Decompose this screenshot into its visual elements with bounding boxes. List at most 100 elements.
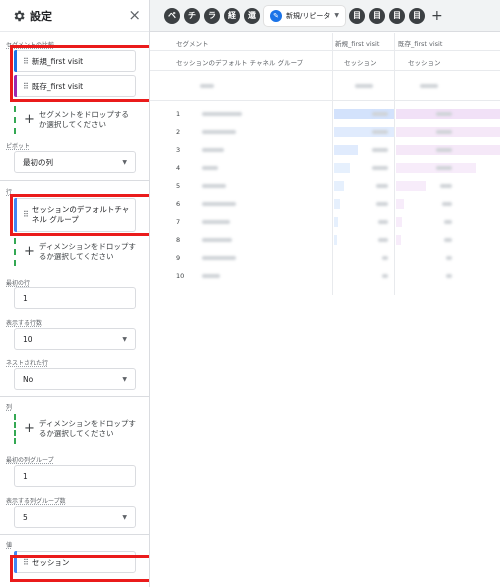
rows-shown-select[interactable]: 10 ▼ — [14, 328, 136, 350]
row-number: 2 — [176, 128, 181, 136]
blurred-text — [382, 256, 388, 260]
tab-icon[interactable]: 還 — [244, 7, 260, 24]
blurred-text — [376, 184, 388, 188]
nested-rows-value: No — [23, 374, 34, 384]
chevron-down-icon[interactable]: ▼ — [334, 12, 339, 19]
add-tab-icon[interactable]: + — [431, 8, 443, 24]
panel-title: 設定 — [30, 9, 52, 23]
first-row-input[interactable]: 1 — [14, 287, 136, 309]
gear-icon — [14, 10, 25, 21]
chevron-down-icon: ▼ — [122, 375, 127, 383]
pencil-icon: ✎ — [270, 9, 282, 22]
blurred-text — [202, 274, 220, 278]
blurred-text — [200, 84, 214, 88]
tab-icon[interactable]: 経 — [224, 7, 240, 24]
heat-bar — [334, 199, 340, 209]
blurred-text — [202, 184, 226, 188]
table-header-segments: セグメント 新規_first visit 既存_first visit — [150, 33, 500, 51]
blurred-text — [202, 148, 224, 152]
chevron-down-icon: ▼ — [122, 335, 127, 343]
blurred-text — [436, 148, 452, 152]
nested-rows-select[interactable]: No ▼ — [14, 368, 136, 390]
table-header-metrics: セッションのデフォルト チャネル グループ セッション セッション — [150, 51, 500, 71]
dimension-drop-text: ディメンションをドロップするか選択してください — [38, 241, 136, 261]
settings-panel: 設定 × セグメントの比較 ⠿ 新規_first visit ⠿ 既存_firs… — [0, 0, 150, 587]
blurred-text — [202, 130, 236, 134]
heat-bar — [396, 199, 404, 209]
row-number: 1 — [176, 110, 181, 118]
column-divider — [332, 33, 333, 295]
tab-icon[interactable]: 目 — [408, 7, 425, 24]
tab-icon[interactable]: チ — [184, 7, 200, 24]
blurred-text — [372, 166, 388, 170]
heat-bar — [396, 235, 401, 245]
tab-icon[interactable]: 目 — [388, 7, 405, 24]
col-groups-shown-select[interactable]: 5 ▼ — [14, 506, 136, 528]
chevron-down-icon: ▼ — [122, 158, 127, 166]
segment-drop-zone[interactable]: + セグメントをドロップするか選択してください — [14, 106, 136, 134]
table-body: 1 2 3 4 5 6 7 8 9 10 — [150, 33, 500, 295]
tab-bar: ペ チ ラ 経 還 ✎ 新規/リピータ ▼ 目 目 目 目 + — [150, 0, 500, 32]
values-label: 値 — [6, 542, 13, 549]
blurred-text — [436, 130, 452, 134]
first-col-group-input[interactable]: 1 — [14, 465, 136, 487]
first-col-group-value: 1 — [23, 471, 28, 481]
metric-existing-header[interactable]: セッション — [408, 57, 441, 67]
segment-existing-header[interactable]: 既存_first visit — [398, 38, 442, 48]
highlight-box-values — [10, 555, 149, 582]
nested-rows-label: ネストされた行 — [6, 360, 49, 367]
heat-bar — [334, 163, 350, 173]
tab-icon[interactable]: ペ — [164, 7, 180, 24]
blurred-text — [376, 202, 388, 206]
heat-bar — [396, 217, 402, 227]
heat-bar — [334, 217, 338, 227]
pivot-value: 最初の列 — [23, 157, 53, 167]
blurred-text — [444, 220, 452, 224]
segment-new-header[interactable]: 新規_first visit — [335, 38, 379, 48]
column-drop-zone[interactable]: + ディメンションをドロップするか選択してください — [14, 414, 136, 444]
tab-active-label: 新規/リピータ — [286, 11, 331, 20]
blurred-text — [202, 256, 236, 260]
blurred-text — [202, 238, 232, 242]
row-number: 5 — [176, 182, 181, 190]
rows-shown-value: 10 — [23, 334, 33, 344]
section-divider — [0, 180, 149, 181]
dimension-header[interactable]: セッションのデフォルト チャネル グループ — [176, 57, 303, 67]
dimension-drop-zone[interactable]: + ディメンションをドロップするか選択してください — [14, 238, 136, 266]
heat-bar — [334, 235, 337, 245]
pivot-select[interactable]: 最初の列 ▼ — [14, 151, 136, 173]
highlight-box-rows — [10, 194, 149, 236]
segment-drop-text: セグメントをドロップするか選択してください — [38, 109, 129, 129]
segment-column-header: セグメント — [176, 40, 209, 48]
col-groups-shown-label: 表示する列グループ数 — [6, 498, 66, 505]
blurred-text — [372, 130, 388, 134]
table-totals-row — [150, 71, 500, 101]
row-number: 6 — [176, 200, 181, 208]
tab-icon[interactable]: 目 — [368, 7, 385, 24]
metric-new-header[interactable]: セッション — [344, 57, 377, 67]
plus-icon: + — [24, 421, 35, 437]
blurred-text — [442, 202, 452, 206]
blurred-text — [444, 238, 452, 242]
tab-active[interactable]: ✎ 新規/リピータ ▼ — [264, 5, 345, 26]
blurred-text — [202, 220, 230, 224]
heat-bar — [396, 181, 426, 191]
row-number: 7 — [176, 218, 181, 226]
section-divider — [0, 396, 149, 397]
blurred-text — [382, 274, 388, 278]
blurred-text — [202, 166, 218, 170]
columns-label: 列 — [6, 404, 13, 411]
row-number: 10 — [176, 272, 185, 280]
tab-icon[interactable]: 目 — [348, 7, 365, 24]
blurred-text — [436, 112, 452, 116]
section-divider — [0, 534, 149, 535]
highlight-box-segments — [10, 45, 149, 102]
blurred-text — [440, 184, 452, 188]
tab-icon[interactable]: ラ — [204, 7, 220, 24]
blurred-text — [202, 202, 236, 206]
blurred-text — [202, 112, 242, 116]
column-divider — [394, 33, 395, 295]
close-icon[interactable]: × — [128, 8, 141, 23]
first-row-value: 1 — [23, 293, 28, 303]
blurred-text — [372, 148, 388, 152]
